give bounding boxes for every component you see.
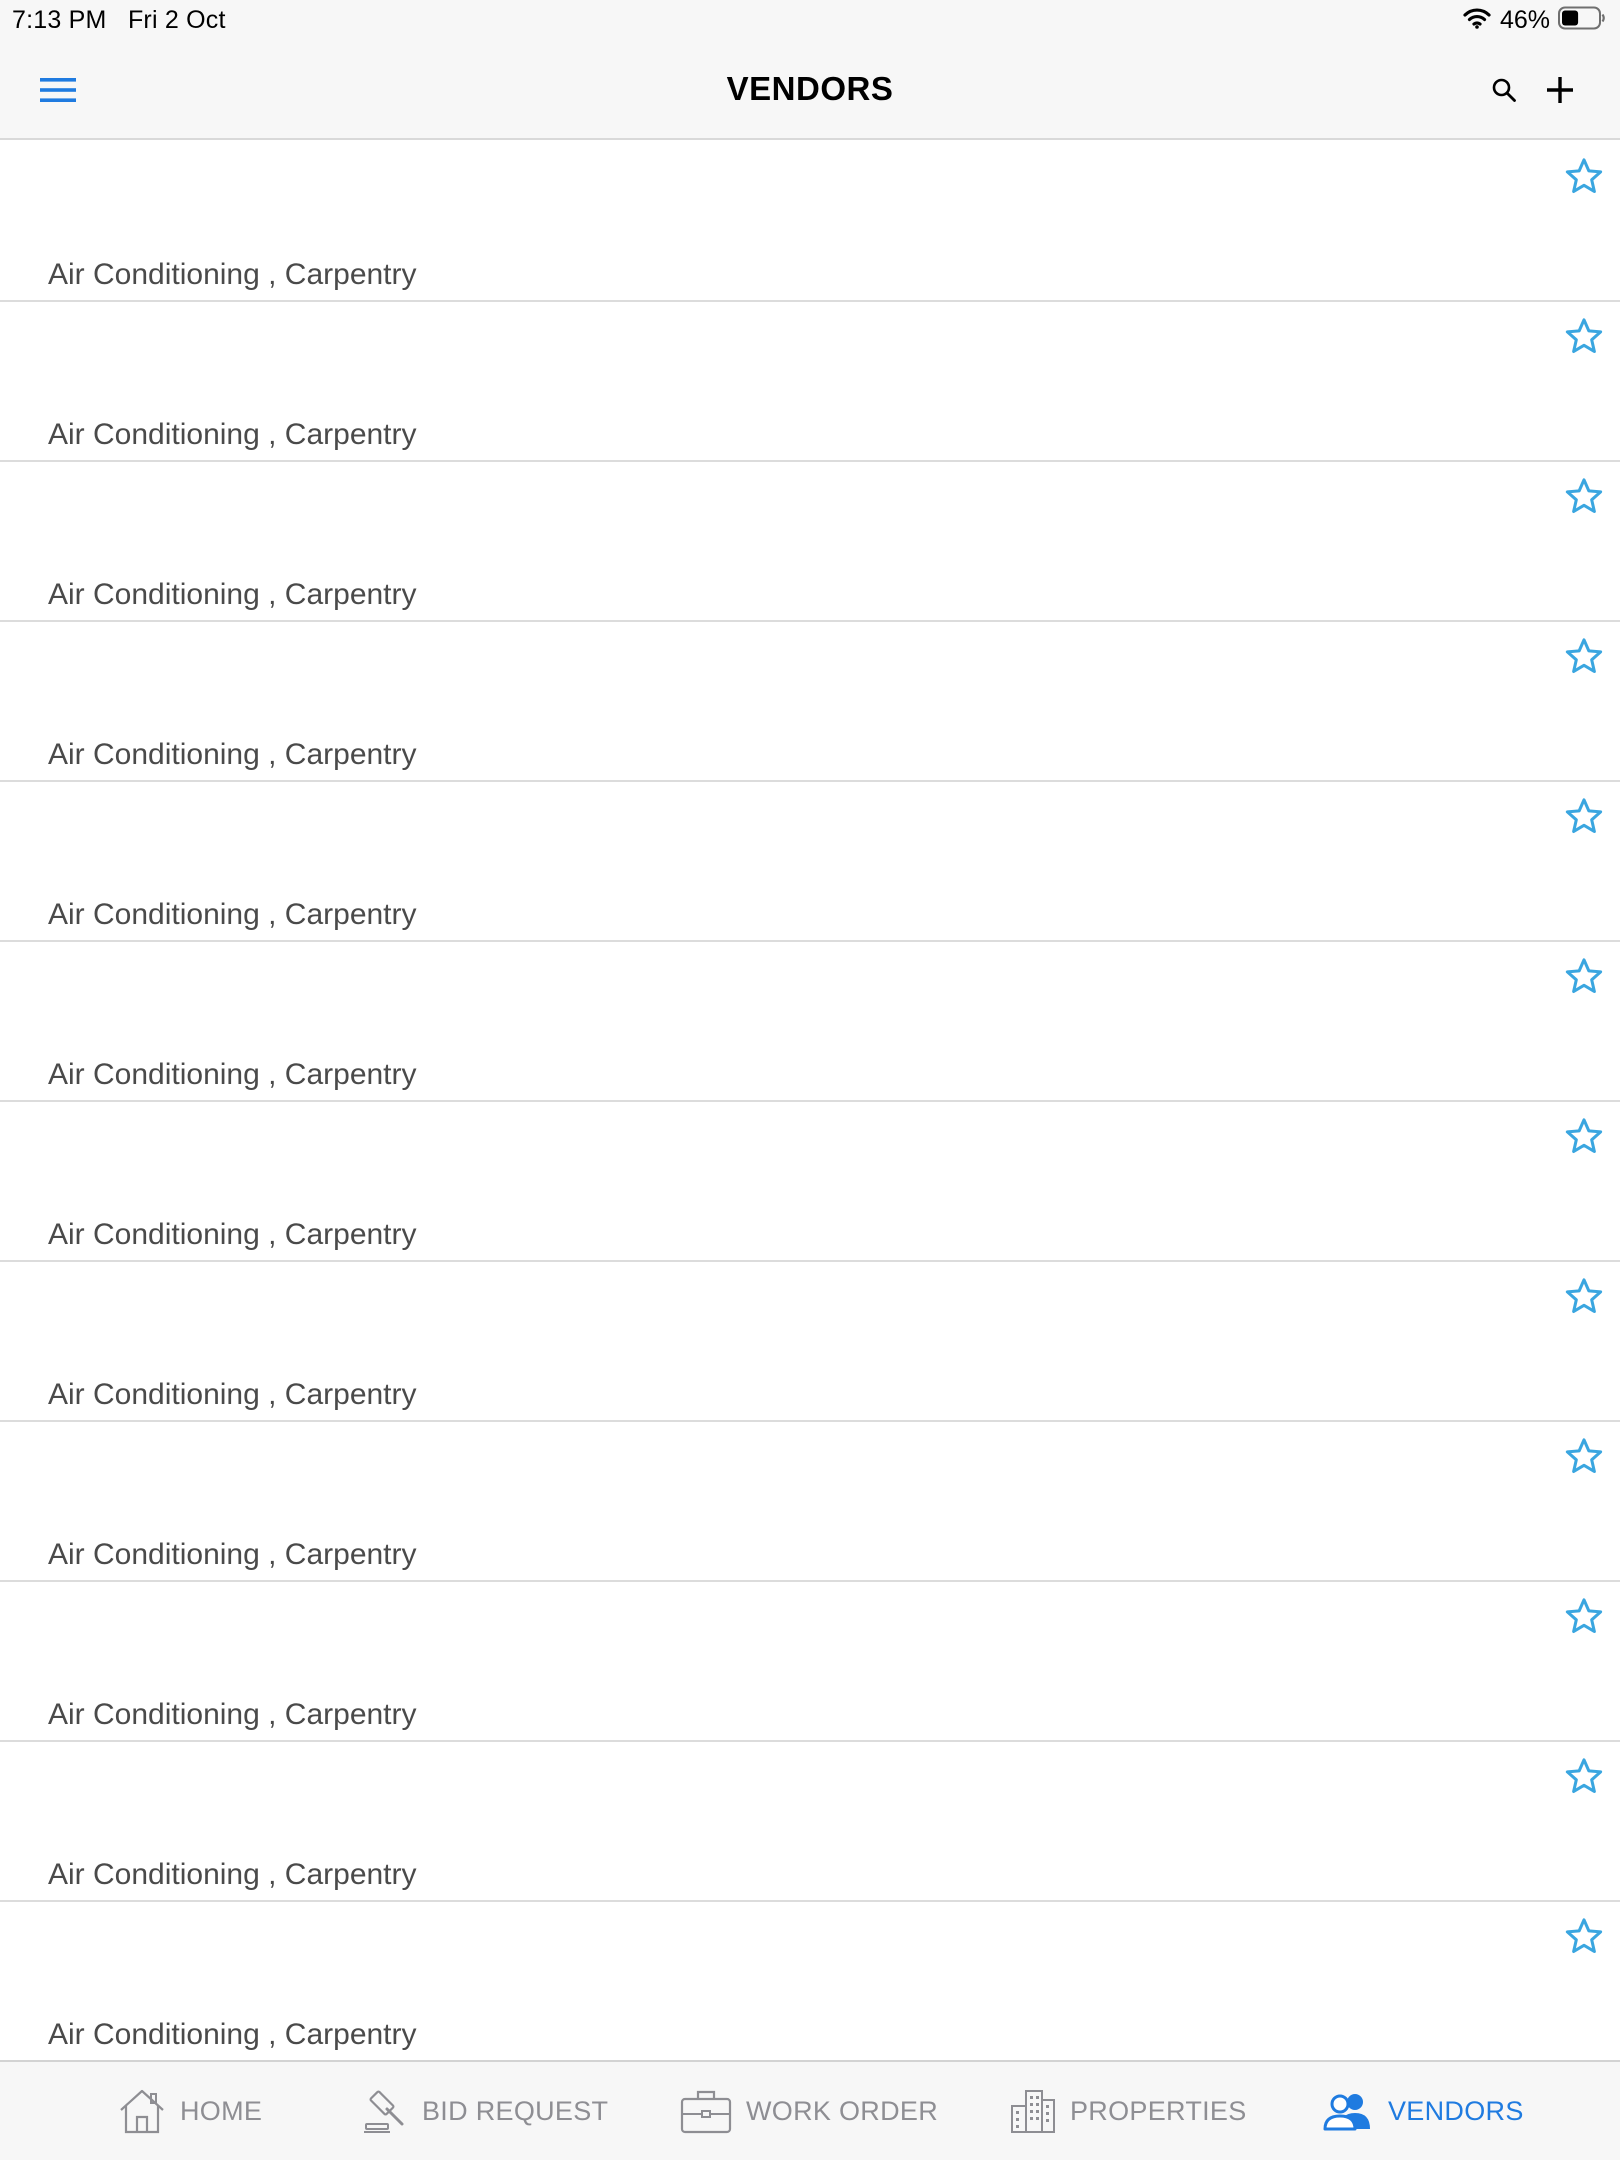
star-icon [1565,638,1603,674]
favorite-star-button[interactable] [1563,1115,1605,1157]
search-icon [1492,78,1516,102]
people-icon [1322,2091,1374,2131]
battery-icon [1558,6,1606,35]
page-title: VENDORS [726,70,894,107]
vendor-categories: Air Conditioning , Carpentry [48,258,417,291]
star-icon [1565,158,1603,194]
vendor-row[interactable]: Air Conditioning , Carpentry [0,942,1620,1102]
status-right: 46% [1462,5,1606,35]
tab-home-label: HOME [180,2095,263,2126]
tab-bid-request[interactable]: BID REQUEST [362,2062,608,2160]
favorite-star-button[interactable] [1563,475,1605,517]
navigation-bar: VENDORS [0,40,1620,140]
search-button[interactable] [1484,67,1524,113]
status-time-date: 7:13 PM Fri 2 Oct [12,6,226,35]
tab-bid-request-label: BID REQUEST [422,2095,609,2126]
vendor-categories: Air Conditioning , Carpentry [48,1698,417,1731]
favorite-star-button[interactable] [1563,1915,1605,1957]
tab-vendors[interactable]: VENDORS [1322,2062,1524,2160]
vendor-categories: Air Conditioning , Carpentry [48,1538,417,1571]
tab-vendors-label: VENDORS [1388,2095,1524,2126]
tab-properties[interactable]: PROPERTIES [1010,2062,1247,2160]
favorite-star-button[interactable] [1563,1595,1605,1637]
vendor-row[interactable]: Air Conditioning , Carpentry [0,302,1620,462]
favorite-star-button[interactable] [1563,635,1605,677]
vendor-categories: Air Conditioning , Carpentry [48,2018,417,2051]
star-icon [1565,958,1603,994]
vendor-row[interactable]: Air Conditioning , Carpentry [0,1582,1620,1742]
favorite-star-button[interactable] [1563,955,1605,997]
vendor-row[interactable]: Air Conditioning , Carpentry [0,1422,1620,1582]
favorite-star-button[interactable] [1563,795,1605,837]
star-icon [1565,318,1603,354]
star-icon [1565,1438,1603,1474]
favorite-star-button[interactable] [1563,315,1605,357]
status-date: Fri 2 Oct [127,6,226,34]
buildings-icon [1010,2088,1056,2134]
home-icon [118,2087,166,2135]
vendor-row[interactable]: Air Conditioning , Carpentry [0,782,1620,942]
tab-properties-label: PROPERTIES [1070,2095,1247,2126]
vendor-row[interactable]: Air Conditioning , Carpentry [0,1742,1620,1902]
favorite-star-button[interactable] [1563,155,1605,197]
status-time: 7:13 PM [12,6,107,34]
vendor-categories: Air Conditioning , Carpentry [48,1858,417,1891]
star-icon [1565,1598,1603,1634]
vendor-categories: Air Conditioning , Carpentry [48,418,417,451]
vendor-row[interactable]: Air Conditioning , Carpentry [0,1902,1620,2060]
tab-work-order-label: WORK ORDER [746,2095,938,2126]
tab-home[interactable]: HOME [118,2062,262,2160]
wifi-icon [1462,6,1492,35]
tab-bar: HOME BID REQUEST WORK ORDER PROPERTIES V… [0,2060,1620,2160]
vendor-row[interactable]: Air Conditioning , Carpentry [0,462,1620,622]
status-bar: 7:13 PM Fri 2 Oct 46% [0,0,1620,40]
vendor-categories: Air Conditioning , Carpentry [48,1378,417,1411]
briefcase-icon [680,2087,732,2135]
tab-work-order[interactable]: WORK ORDER [680,2062,938,2160]
vendor-row[interactable]: Air Conditioning , Carpentry [0,622,1620,782]
vendor-categories: Air Conditioning , Carpentry [48,1058,417,1091]
star-icon [1565,1918,1603,1954]
vendor-list[interactable]: Air Conditioning , Carpentry Air Conditio… [0,142,1620,2060]
star-icon [1565,1278,1603,1314]
vendors-screen: 7:13 PM Fri 2 Oct 46% VENDORS Air Condit… [0,0,1620,2160]
star-icon [1565,478,1603,514]
vendor-categories: Air Conditioning , Carpentry [48,898,417,931]
favorite-star-button[interactable] [1563,1755,1605,1797]
vendor-row[interactable]: Air Conditioning , Carpentry [0,1102,1620,1262]
vendor-row[interactable]: Air Conditioning , Carpentry [0,1262,1620,1422]
vendor-categories: Air Conditioning , Carpentry [48,738,417,771]
favorite-star-button[interactable] [1563,1435,1605,1477]
star-icon [1565,1758,1603,1794]
star-icon [1565,798,1603,834]
vendor-categories: Air Conditioning , Carpentry [48,578,417,611]
add-vendor-button[interactable] [1540,65,1580,115]
vendor-categories: Air Conditioning , Carpentry [48,1218,417,1251]
plus-icon [1547,77,1573,103]
star-icon [1565,1118,1603,1154]
gavel-icon [362,2088,408,2134]
battery-percent: 46% [1499,5,1550,34]
vendor-row[interactable]: Air Conditioning , Carpentry [0,142,1620,302]
favorite-star-button[interactable] [1563,1275,1605,1317]
